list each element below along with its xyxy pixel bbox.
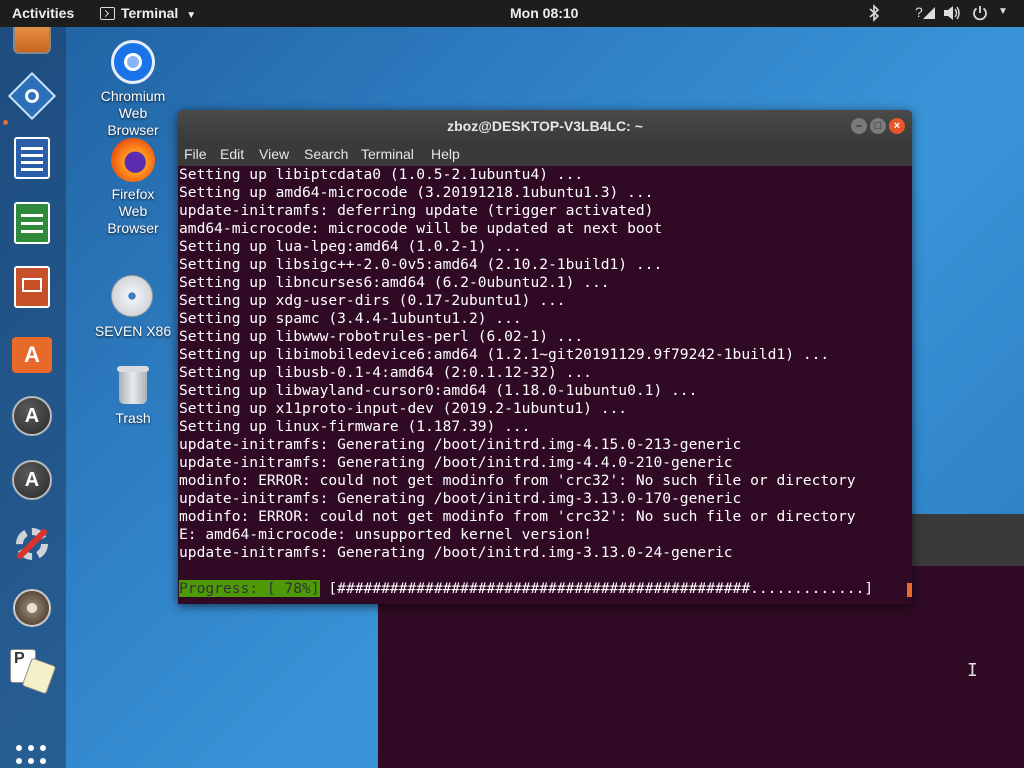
- terminal-cursor: [907, 583, 912, 597]
- desktop-icon-chromium[interactable]: Chromium Web Browser: [78, 40, 188, 139]
- terminal-menubar: File Edit View Search Terminal Help: [178, 142, 912, 166]
- terminal-title: zboz@DESKTOP-V3LB4LC: ~: [447, 118, 643, 134]
- firefox-label-2: Web: [118, 203, 148, 219]
- app-menu-label: Terminal: [121, 5, 179, 21]
- progress-label: Progress: [ 78%]: [179, 580, 320, 597]
- app-menu-button[interactable]: Terminal ▼: [100, 5, 196, 21]
- menu-help[interactable]: Help: [431, 146, 460, 162]
- output-line: Setting up amd64-microcode (3.20191218.1…: [179, 184, 654, 201]
- output-line: Setting up libimobiledevice6:amd64 (1.2.…: [179, 346, 830, 363]
- desktop-icon-trash[interactable]: Trash: [78, 362, 188, 427]
- dock-item-ubuntu-software[interactable]: A: [10, 330, 54, 374]
- minimize-button[interactable]: –: [851, 118, 867, 134]
- chevron-down-icon: ▼: [186, 10, 197, 21]
- dock-item-settings[interactable]: [10, 522, 54, 566]
- show-applications-button[interactable]: [16, 745, 50, 768]
- dock-item-aisleriot[interactable]: P: [10, 649, 57, 695]
- progress-bar: [#######################################…: [328, 580, 874, 597]
- output-line: Setting up libwww-robotrules-perl (6.02-…: [179, 328, 584, 345]
- dock-item-disks[interactable]: [10, 586, 54, 630]
- synaptic-icon: [7, 71, 57, 121]
- output-line: Setting up libwayland-cursor0:amd64 (1.1…: [179, 382, 698, 399]
- dock-item-calc[interactable]: [10, 201, 54, 245]
- progress-line: Progress: [ 78%] [######################…: [179, 580, 873, 598]
- software-properties-icon: A: [12, 460, 52, 500]
- output-line: Setting up x11proto-input-dev (2019.2-1u…: [179, 400, 628, 417]
- playing-cards-icon: P: [10, 649, 57, 695]
- seven-x86-label: SEVEN X86: [94, 323, 172, 339]
- libreoffice-writer-icon: [14, 137, 50, 179]
- dock-item-synaptic[interactable]: [7, 71, 57, 121]
- close-button[interactable]: ×: [889, 118, 905, 134]
- volume-icon[interactable]: [943, 5, 961, 24]
- system-menu-chevron-icon[interactable]: ▼: [998, 6, 1008, 17]
- desktop-icon-seven-x86[interactable]: SEVEN X86: [78, 275, 188, 340]
- output-line: amd64-microcode: microcode will be updat…: [179, 220, 663, 237]
- firefox-icon: [111, 138, 155, 182]
- optical-disc-icon: [111, 275, 155, 319]
- output-line: update-initramfs: Generating /boot/initr…: [179, 454, 733, 471]
- text-cursor-icon: I: [967, 660, 978, 681]
- dock-item-impress[interactable]: [10, 265, 54, 309]
- firefox-label-1: Firefox: [111, 186, 155, 202]
- output-line: Setting up xdg-user-dirs (0.17-2ubuntu1)…: [179, 292, 566, 309]
- terminal-output[interactable]: Setting up libiptcdata0 (1.0.5-2.1ubuntu…: [178, 166, 912, 604]
- output-line: Setting up libiptcdata0 (1.0.5-2.1ubuntu…: [179, 166, 584, 183]
- dock-item-software-properties[interactable]: A: [10, 458, 54, 502]
- terminal-window[interactable]: zboz@DESKTOP-V3LB4LC: ~ – □ × File Edit …: [178, 110, 912, 604]
- menu-search[interactable]: Search: [304, 146, 348, 162]
- libreoffice-impress-icon: [14, 266, 50, 308]
- power-icon[interactable]: [972, 5, 988, 24]
- output-line: update-initramfs: Generating /boot/initr…: [179, 490, 742, 507]
- libreoffice-calc-icon: [14, 202, 50, 244]
- chromium-label-2: Web: [118, 105, 148, 121]
- dock-item-writer[interactable]: [10, 136, 54, 180]
- output-line: modinfo: ERROR: could not get modinfo fr…: [179, 472, 856, 489]
- output-line: update-initramfs: Generating /boot/initr…: [179, 436, 742, 453]
- output-line: Setting up libncurses6:amd64 (6.2-0ubunt…: [179, 274, 610, 291]
- desktop-icon-firefox[interactable]: Firefox Web Browser: [78, 138, 188, 237]
- folder-icon: [13, 27, 51, 54]
- output-line: Setting up linux-firmware (1.187.39) ...: [179, 418, 531, 435]
- bluetooth-icon[interactable]: [866, 4, 882, 25]
- dock: A A A P: [0, 27, 66, 768]
- firefox-label-3: Browser: [107, 220, 159, 236]
- output-line: E: amd64-microcode: unsupported kernel v…: [179, 526, 592, 543]
- software-updater-icon: A: [12, 396, 52, 436]
- network-icon[interactable]: [922, 6, 936, 23]
- dock-item-files[interactable]: [10, 27, 54, 57]
- running-indicator: [3, 120, 8, 125]
- maximize-button[interactable]: □: [870, 118, 886, 134]
- dock-item-software-updater[interactable]: A: [10, 394, 54, 438]
- output-line: Setting up lua-lpeg:amd64 (1.0.2-1) ...: [179, 238, 522, 255]
- settings-tools-icon: [12, 524, 52, 564]
- menu-edit[interactable]: Edit: [220, 146, 244, 162]
- output-line: Setting up libusb-0.1-4:amd64 (2:0.1.12-…: [179, 364, 592, 381]
- chromium-label-3: Browser: [107, 122, 159, 138]
- activities-button[interactable]: Activities: [12, 5, 74, 21]
- clock[interactable]: Mon 08:10: [510, 5, 578, 21]
- menu-view[interactable]: View: [259, 146, 289, 162]
- menu-file[interactable]: File: [184, 146, 207, 162]
- output-line: Setting up libsigc++-2.0-0v5:amd64 (2.10…: [179, 256, 663, 273]
- top-bar: Activities Terminal ▼ Mon 08:10 ? ▼: [0, 0, 1024, 27]
- chromium-icon: [111, 40, 155, 84]
- terminal-icon: [100, 7, 115, 20]
- trash-label: Trash: [115, 410, 151, 426]
- disks-icon: [13, 589, 51, 627]
- output-line: update-initramfs: Generating /boot/initr…: [179, 544, 733, 561]
- chromium-label-1: Chromium: [100, 88, 166, 104]
- trash-icon: [111, 362, 155, 406]
- terminal-titlebar[interactable]: zboz@DESKTOP-V3LB4LC: ~ – □ ×: [178, 110, 912, 142]
- menu-terminal[interactable]: Terminal: [361, 146, 414, 162]
- output-line: update-initramfs: deferring update (trig…: [179, 202, 654, 219]
- output-line: modinfo: ERROR: could not get modinfo fr…: [179, 508, 856, 525]
- ubuntu-software-icon: A: [12, 337, 52, 373]
- output-line: Setting up spamc (3.4.4-1ubuntu1.2) ...: [179, 310, 522, 327]
